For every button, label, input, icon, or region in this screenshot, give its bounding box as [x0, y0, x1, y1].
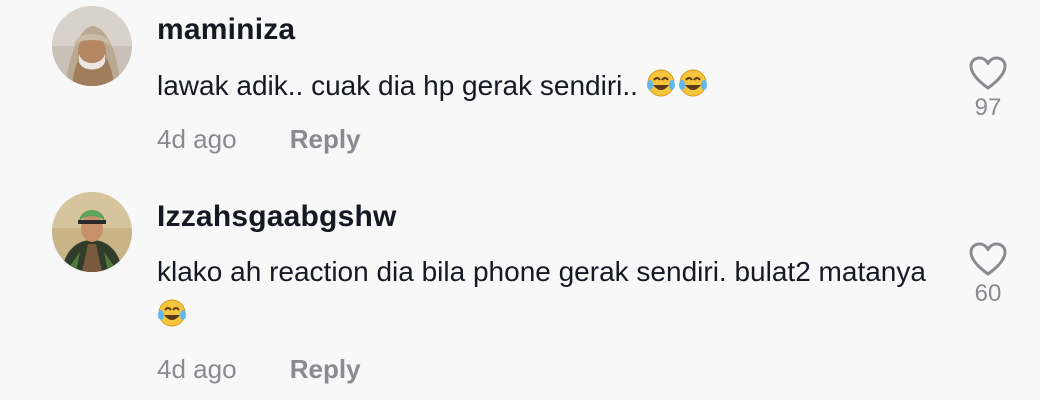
- like-control: 97: [962, 56, 1014, 122]
- face-with-tears-of-joy-icon: [157, 297, 189, 342]
- comment-body: klako ah reaction dia bila phone gerak s…: [157, 256, 926, 287]
- like-count: 60: [974, 280, 1002, 307]
- reply-button[interactable]: Reply: [290, 354, 361, 384]
- comment-username[interactable]: maminiza: [157, 13, 295, 47]
- reply-button[interactable]: Reply: [290, 124, 361, 154]
- comment-time: 4d ago: [157, 124, 237, 154]
- comment-item: maminiza lawak adik.. cuak dia hp gerak …: [0, 0, 1040, 190]
- like-count: 97: [974, 94, 1002, 121]
- like-control: 60: [962, 242, 1014, 308]
- comment-body: lawak adik.. cuak dia hp gerak sendiri..: [157, 70, 638, 101]
- heart-outline-icon[interactable]: [968, 242, 1008, 278]
- face-with-tears-of-joy-icon: [646, 67, 710, 112]
- comment-time: 4d ago: [157, 354, 237, 384]
- comment-text: klako ah reaction dia bila phone gerak s…: [157, 250, 937, 342]
- comment-text: lawak adik.. cuak dia hp gerak sendiri..: [157, 64, 937, 112]
- comment-meta: 4d ago Reply: [157, 354, 361, 385]
- avatar[interactable]: [52, 192, 132, 272]
- avatar[interactable]: [52, 6, 132, 86]
- comment-meta: 4d ago Reply: [157, 124, 361, 155]
- comment-item: Izzahsgaabgshw klako ah reaction dia bil…: [0, 190, 1040, 400]
- comment-username[interactable]: Izzahsgaabgshw: [157, 200, 397, 234]
- heart-outline-icon[interactable]: [968, 56, 1008, 92]
